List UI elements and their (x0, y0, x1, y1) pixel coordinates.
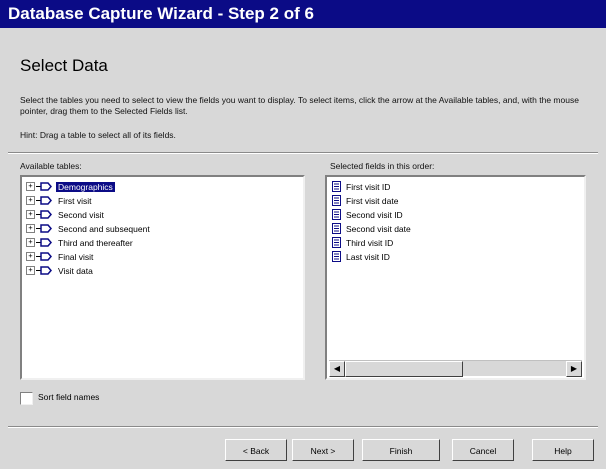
field-item-label: Last visit ID (346, 251, 390, 262)
table-item[interactable]: + Final visit (26, 250, 95, 263)
table-item-label: Second and subsequent (58, 223, 150, 234)
horizontal-scrollbar[interactable]: ◀ ▶ (329, 360, 582, 377)
table-item-label: Third and thereafter (58, 237, 133, 248)
table-icon (36, 196, 52, 205)
field-item-label: Second visit date (346, 223, 411, 234)
sort-field-names-label: Sort field names (38, 392, 100, 402)
table-icon (36, 238, 52, 247)
field-item-label: Third visit ID (346, 237, 394, 248)
field-item[interactable]: First visit date (332, 194, 398, 207)
table-item[interactable]: + Demographics (26, 180, 115, 193)
expand-icon[interactable]: + (26, 196, 35, 205)
table-item[interactable]: + First visit (26, 194, 94, 207)
cancel-button[interactable]: Cancel (452, 439, 514, 461)
table-icon (36, 182, 52, 191)
page-hint: Hint: Drag a table to select all of its … (20, 130, 176, 140)
top-separator (8, 152, 598, 154)
field-item[interactable]: Third visit ID (332, 236, 393, 249)
finish-button[interactable]: Finish (362, 439, 440, 461)
window-title-bar: Database Capture Wizard - Step 2 of 6 (0, 0, 606, 28)
expand-icon[interactable]: + (26, 252, 35, 261)
field-item[interactable]: Second visit date (332, 222, 411, 235)
expand-icon[interactable]: + (26, 224, 35, 233)
table-item[interactable]: + Second and subsequent (26, 222, 152, 235)
sort-field-names-checkbox[interactable] (20, 392, 33, 405)
expand-icon[interactable]: + (26, 182, 35, 191)
scroll-left-icon[interactable]: ◀ (329, 361, 345, 377)
field-icon (332, 195, 341, 206)
field-item[interactable]: First visit ID (332, 180, 390, 193)
table-item-label: Demographics (56, 181, 115, 192)
selected-fields-label: Selected fields in this order: (330, 161, 435, 171)
selected-fields-list[interactable]: First visit ID First visit date Second v… (325, 175, 586, 380)
back-button[interactable]: < Back (225, 439, 287, 461)
expand-icon[interactable]: + (26, 238, 35, 247)
table-item[interactable]: + Visit data (26, 264, 95, 277)
table-icon (36, 266, 52, 275)
field-item[interactable]: Second visit ID (332, 208, 403, 221)
table-item[interactable]: + Second visit (26, 208, 106, 221)
field-icon (332, 237, 341, 248)
scroll-right-icon[interactable]: ▶ (566, 361, 582, 377)
table-item-label: First visit (58, 195, 92, 206)
field-icon (332, 223, 341, 234)
page-heading: Select Data (20, 56, 108, 75)
help-button[interactable]: Help (532, 439, 594, 461)
table-item[interactable]: + Third and thereafter (26, 236, 135, 249)
table-icon (36, 224, 52, 233)
available-tables-label: Available tables: (20, 161, 82, 171)
expand-icon[interactable]: + (26, 210, 35, 219)
expand-icon[interactable]: + (26, 266, 35, 275)
field-icon (332, 251, 341, 262)
field-item-label: Second visit ID (346, 209, 403, 220)
page-description: Select the tables you need to select to … (20, 95, 579, 116)
table-icon (36, 252, 52, 261)
field-icon (332, 181, 341, 192)
next-button[interactable]: Next > (292, 439, 354, 461)
scroll-thumb[interactable] (345, 361, 463, 377)
bottom-separator (8, 426, 598, 428)
available-tables-list[interactable]: + Demographics + First visit + Second vi… (20, 175, 305, 380)
table-item-label: Final visit (58, 251, 94, 262)
field-item[interactable]: Last visit ID (332, 250, 390, 263)
field-icon (332, 209, 341, 220)
table-item-label: Visit data (58, 265, 93, 276)
field-item-label: First visit ID (346, 181, 391, 192)
field-item-label: First visit date (346, 195, 399, 206)
table-icon (36, 210, 52, 219)
table-item-label: Second visit (58, 209, 104, 220)
